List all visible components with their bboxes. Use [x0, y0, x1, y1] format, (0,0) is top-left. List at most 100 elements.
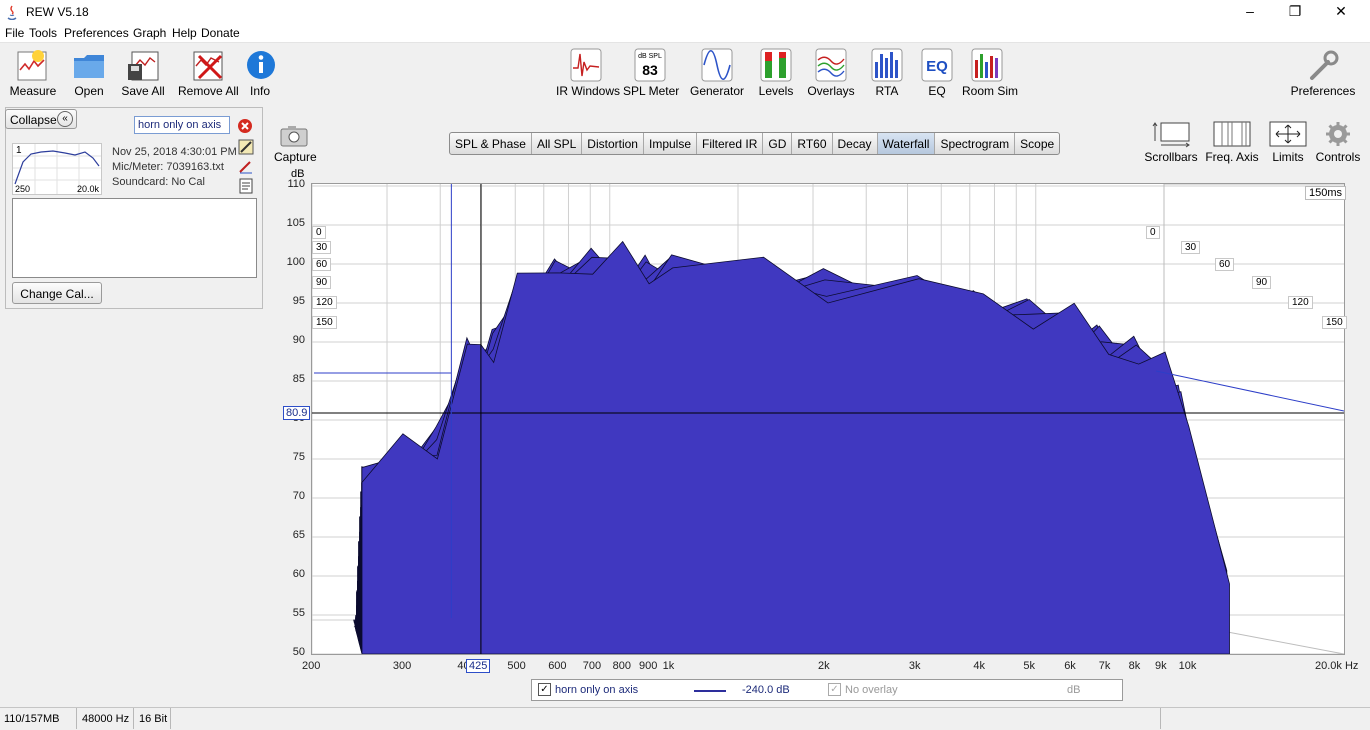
x-tick-label: 6k [1064, 660, 1076, 672]
rta-button[interactable]: RTA [870, 48, 904, 98]
open-button[interactable]: Open [68, 48, 110, 98]
measure-button[interactable]: Measure [8, 48, 58, 98]
sample-rate-status: 48000 Hz [82, 713, 130, 725]
notes-icon[interactable] [238, 178, 254, 194]
remove-measurement-icon[interactable] [237, 118, 253, 134]
info-icon [247, 51, 275, 79]
cursor-depth-line [1155, 370, 1345, 412]
overlay-unit: dB [1067, 684, 1081, 696]
capture-label[interactable]: Capture [274, 150, 317, 164]
measurement-name-field[interactable]: horn only on axis [134, 116, 230, 134]
y-tick-label: 105 [286, 217, 305, 229]
spl-meter-button[interactable]: dB SPL 83 SPL Meter [623, 48, 679, 98]
waterfall-plot [311, 183, 1345, 655]
collapse-button[interactable]: Collapse « [5, 109, 77, 129]
measurement-thumbnail[interactable]: 1 250 20.0k [12, 143, 102, 195]
tab-all-spl[interactable]: All SPL [532, 133, 583, 154]
y-tick-label: 90 [292, 334, 305, 346]
generator-icon [701, 48, 733, 82]
legend-series-name: horn only on axis [555, 684, 639, 696]
camera-icon[interactable] [279, 124, 309, 148]
cursor-x-readout: 425 [466, 659, 491, 673]
bit-depth-status: 16 Bit [139, 713, 168, 725]
tab-spl-phase[interactable]: SPL & Phase [450, 133, 532, 154]
spl-meter-unit: dB SPL [638, 53, 662, 60]
z-axis-max-label: 150ms [1305, 186, 1347, 200]
info-button[interactable]: Info [244, 48, 276, 98]
y-tick-label: 55 [292, 607, 305, 619]
y-tick-label: 70 [292, 490, 305, 502]
levels-button[interactable]: Levels [756, 48, 796, 98]
graph-tabs: SPL & Phase All SPL Distortion Impulse F… [449, 132, 1061, 155]
edit-info-icon[interactable] [238, 139, 254, 155]
x-tick-label: 1k [662, 660, 675, 672]
menu-tools[interactable]: Tools [29, 26, 57, 40]
measurement-notes[interactable] [12, 198, 257, 278]
y-tick-label: 75 [292, 451, 305, 463]
status-bar: 110/157MB 48000 Hz 16 Bit [0, 707, 1370, 730]
legend-checkbox[interactable]: ✓ [538, 683, 551, 696]
x-tick-label: 9k [1155, 660, 1167, 672]
java-app-icon [7, 5, 17, 20]
limits-icon [1269, 121, 1307, 147]
close-icon[interactable]: ✕ [1318, 0, 1364, 24]
status-separator [1160, 708, 1161, 729]
z-tick-label-left: 30 [312, 241, 332, 254]
limits-button[interactable]: Limits [1266, 120, 1310, 164]
menu-donate[interactable]: Donate [201, 26, 240, 40]
tab-distortion[interactable]: Distortion [582, 133, 644, 154]
scrollbars-button[interactable]: Scrollbars [1144, 120, 1198, 164]
menu-help[interactable]: Help [172, 26, 197, 40]
mic-meter-info: Mic/Meter: 7039163.txt [112, 161, 224, 173]
room-sim-button[interactable]: Room Sim [962, 48, 1018, 98]
eq-button[interactable]: EQ EQ [920, 48, 954, 98]
remove-all-button[interactable]: Remove All [178, 48, 239, 98]
y-tick-label: 85 [292, 373, 305, 385]
ir-windows-icon [570, 48, 602, 82]
tab-rt60[interactable]: RT60 [792, 133, 833, 154]
eq-icon: EQ [921, 48, 953, 82]
x-tick-label: 700 [582, 660, 602, 672]
minimize-icon[interactable]: – [1227, 0, 1273, 24]
overlays-button[interactable]: Overlays [806, 48, 856, 98]
pen-icon[interactable] [238, 158, 254, 174]
z-tick-label-right: 0 [1146, 226, 1160, 239]
menu-preferences[interactable]: Preferences [64, 26, 129, 40]
menu-file[interactable]: File [5, 26, 24, 40]
generator-button[interactable]: Generator [690, 48, 744, 98]
gear-icon [1326, 122, 1350, 146]
tab-spectrogram[interactable]: Spectrogram [935, 133, 1016, 154]
legend-bar: ✓ horn only on axis -240.0 dB ✓ No overl… [531, 679, 1123, 701]
x-tick-label: 500 [507, 660, 526, 672]
save-all-button[interactable]: Save All [120, 48, 166, 98]
preferences-button[interactable]: Preferences [1290, 48, 1356, 98]
overlay-checkbox[interactable]: ✓ [828, 683, 841, 696]
x-tick-label: 4k [973, 660, 985, 672]
y-tick-label: 110 [287, 178, 305, 190]
tab-decay[interactable]: Decay [833, 133, 878, 154]
tab-gd[interactable]: GD [763, 133, 793, 154]
menu-graph[interactable]: Graph [133, 26, 166, 40]
controls-button[interactable]: Controls [1314, 120, 1362, 164]
status-separator [133, 708, 134, 729]
tab-impulse[interactable]: Impulse [644, 133, 698, 154]
change-cal-button[interactable]: Change Cal... [12, 282, 102, 304]
x-tick-label: 900 [639, 660, 658, 672]
z-tick-label-left: 0 [312, 226, 326, 239]
measurement-index: 1 [16, 145, 22, 156]
overlays-icon [815, 48, 847, 82]
maximize-icon[interactable]: ❐ [1272, 0, 1318, 24]
remove-all-icon [193, 51, 223, 81]
z-tick-label-left: 90 [312, 276, 332, 289]
memory-status: 110/157MB [4, 713, 60, 725]
ir-windows-button[interactable]: IR Windows [556, 48, 620, 98]
overlay-label: No overlay [845, 684, 898, 696]
freq-axis-button[interactable]: Freq. Axis [1204, 120, 1260, 164]
soundcard-info: Soundcard: No Cal [112, 176, 205, 188]
tab-scope[interactable]: Scope [1015, 133, 1059, 154]
y-tick-label: 50 [292, 646, 305, 658]
title-bar: REW V5.18 – ❐ ✕ [0, 0, 1370, 24]
wrench-icon [1310, 50, 1339, 80]
tab-filtered-ir[interactable]: Filtered IR [697, 133, 764, 154]
tab-waterfall[interactable]: Waterfall [877, 133, 936, 154]
